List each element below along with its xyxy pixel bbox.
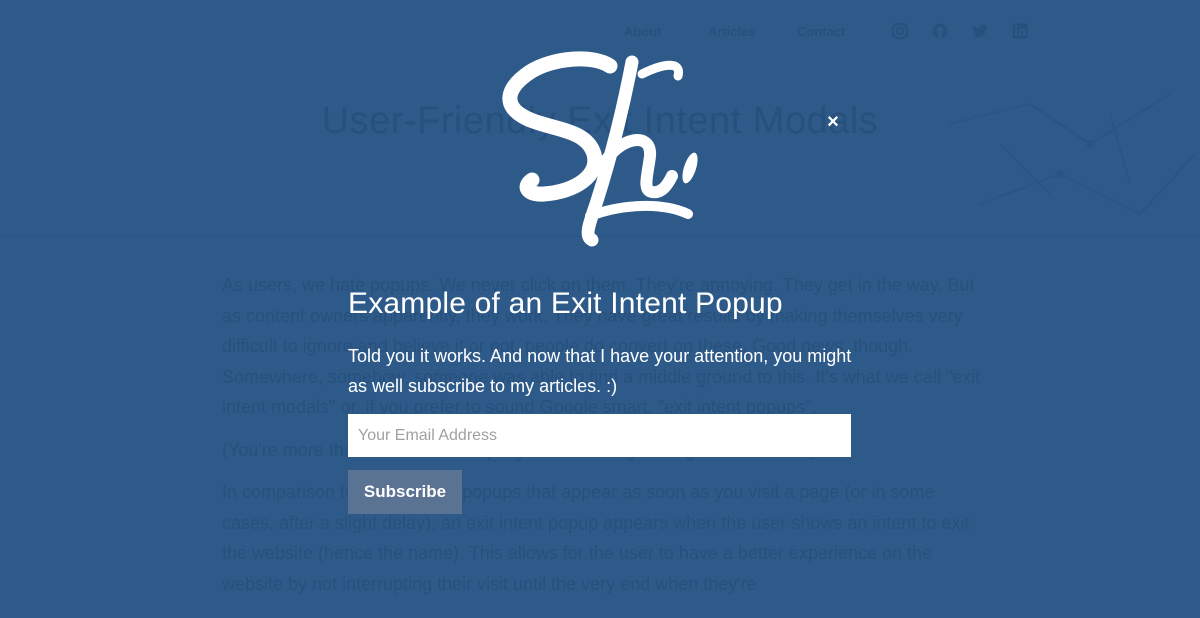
page: About Articles Contact User-Friendly Exi… — [0, 0, 1200, 618]
exit-intent-modal: × Example of an Exit Intent Popup Told y… — [0, 0, 1200, 618]
modal-body-text: Told you it works. And now that I have y… — [348, 346, 852, 396]
sh-signature-logo — [502, 51, 698, 247]
subscribe-button[interactable]: Subscribe — [348, 470, 462, 514]
close-button[interactable]: × — [823, 112, 843, 132]
modal-title: Example of an Exit Intent Popup — [348, 287, 783, 320]
email-input[interactable] — [348, 414, 851, 457]
